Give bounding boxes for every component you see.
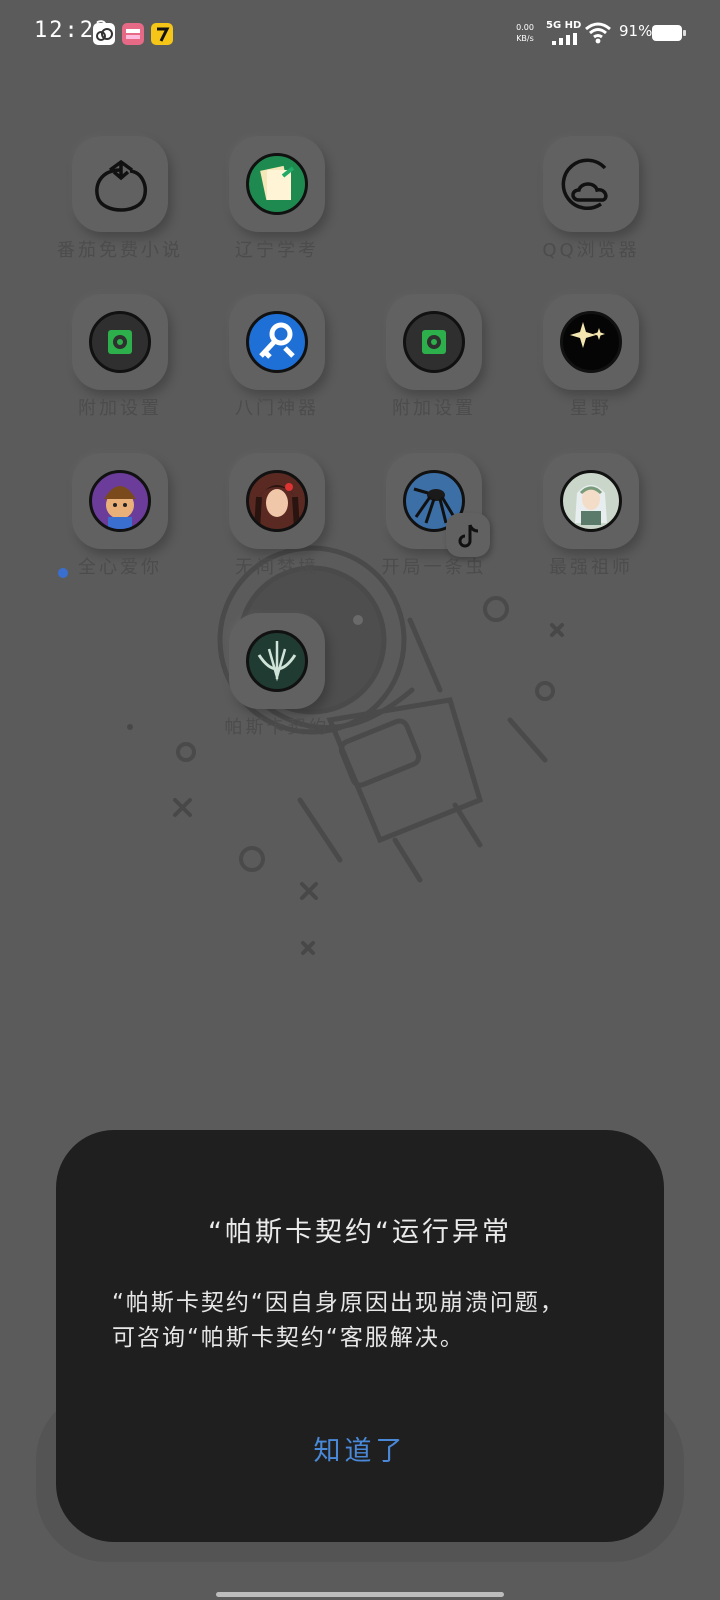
app-bamen[interactable]: 八门神器: [197, 294, 357, 444]
new-install-dot: [58, 568, 68, 578]
key-wrench-icon: [246, 311, 308, 373]
app-label: 帕斯卡契约: [224, 717, 330, 738]
app-tomato-novel[interactable]: 番茄免费小说: [40, 136, 200, 286]
crash-dialog: “帕斯卡契约“运行异常 “帕斯卡契约“因自身原因出现崩溃问题， 可咨询“帕斯卡契…: [56, 1130, 664, 1542]
app-label: 最强祖师: [549, 557, 633, 578]
app-label: 番茄免费小说: [57, 240, 183, 261]
app-tile: [72, 136, 168, 232]
sparkle-icon: [560, 311, 622, 373]
app-label: 无间梦境: [235, 557, 319, 578]
app-tile: [543, 453, 639, 549]
app-extra-settings-2[interactable]: 附加设置: [354, 294, 514, 444]
app-label: 星野: [570, 398, 612, 419]
app-qq-browser[interactable]: QQ浏览器: [511, 136, 671, 286]
app-tile: [229, 294, 325, 390]
app-label: 开局一条虫: [381, 557, 487, 578]
app-extra-settings-1[interactable]: 附加设置: [40, 294, 200, 444]
emblem-icon: [246, 630, 308, 692]
app-label: 辽宁学考: [235, 240, 319, 261]
app-tile: [229, 136, 325, 232]
confirm-button[interactable]: 知道了: [310, 1430, 410, 1474]
app-tile: [543, 294, 639, 390]
dialog-message-line: 可咨询“帕斯卡契约“客服解决。: [112, 1325, 465, 1351]
app-label: 附加设置: [78, 398, 162, 419]
notebook-icon: [246, 153, 308, 215]
cartoon-face-icon: [89, 470, 151, 532]
app-tile: [72, 453, 168, 549]
gear-icon: [403, 311, 465, 373]
browser-icon: [561, 158, 608, 210]
app-pascal-contract[interactable]: 帕斯卡契约: [197, 613, 357, 763]
app-dreamscape[interactable]: 无间梦境: [197, 453, 357, 603]
app-liaoning-exam[interactable]: 辽宁学考: [197, 136, 357, 286]
portrait-icon: [246, 470, 308, 532]
dialog-message: “帕斯卡契约“因自身原因出现崩溃问题， 可咨询“帕斯卡契约“客服解决。: [112, 1286, 622, 1356]
app-label: 附加设置: [392, 398, 476, 419]
app-whole-heart[interactable]: 全心爱你: [40, 453, 200, 603]
app-xingye[interactable]: 星野: [511, 294, 671, 444]
app-tile: [543, 136, 639, 232]
dialog-title: “帕斯卡契约“运行异常: [208, 1217, 512, 1248]
home-indicator[interactable]: [216, 1592, 504, 1597]
anime-character-icon: [560, 470, 622, 532]
tomato-icon: [95, 159, 147, 212]
app-start-with-bug[interactable]: 开局一条虫: [354, 453, 514, 603]
app-label: 八门神器: [235, 398, 319, 419]
app-tile: [386, 294, 482, 390]
dialog-message-line: “帕斯卡契约“因自身原因出现崩溃问题，: [112, 1290, 565, 1316]
app-label: QQ浏览器: [542, 240, 640, 261]
app-tile: [229, 453, 325, 549]
tiktok-badge-icon: [446, 513, 490, 557]
app-tile: [229, 613, 325, 709]
gear-icon: [89, 311, 151, 373]
app-tile: [72, 294, 168, 390]
app-strongest-master[interactable]: 最强祖师: [511, 453, 671, 603]
